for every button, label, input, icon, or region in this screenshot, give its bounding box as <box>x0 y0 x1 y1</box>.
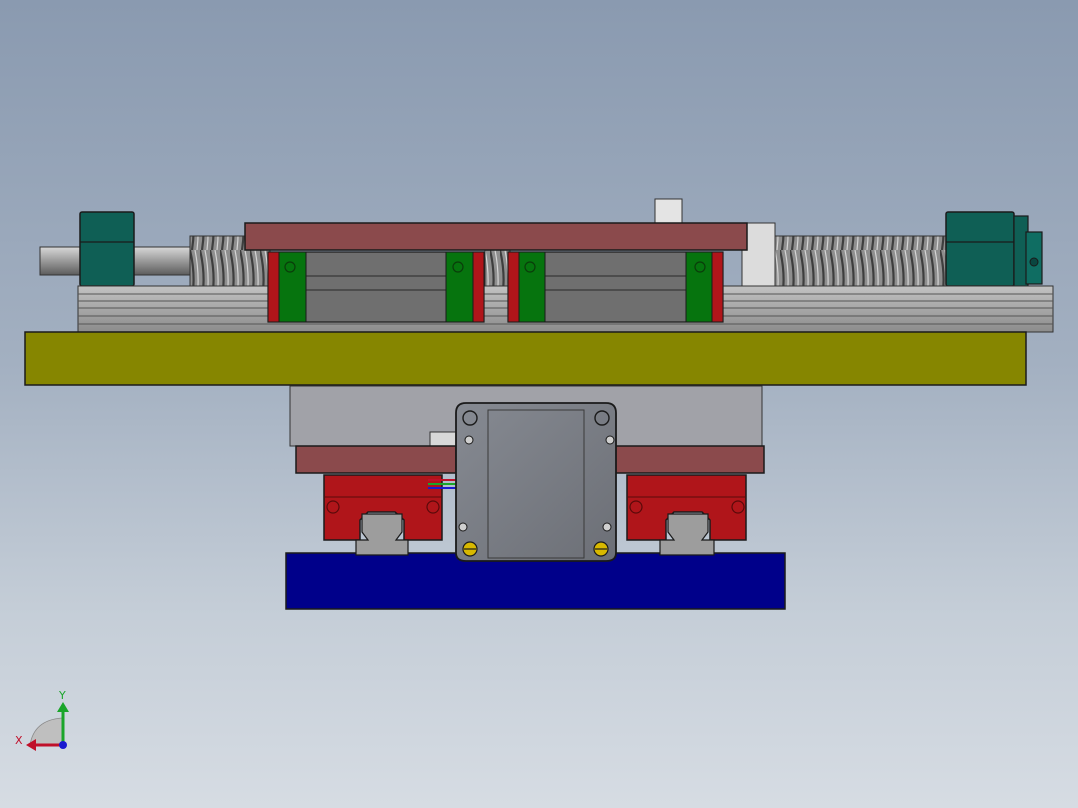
z-axis-dot-icon <box>59 741 67 749</box>
stepper-motor[interactable] <box>455 402 617 562</box>
carriage-block-1[interactable] <box>267 251 485 323</box>
y-axis-label: Y <box>58 689 66 702</box>
lower-plate-left[interactable] <box>295 445 457 474</box>
rail-profile <box>355 513 409 556</box>
base-plate[interactable] <box>24 331 1027 386</box>
coordinate-triad[interactable]: Y X <box>15 689 69 751</box>
lower-plate-right[interactable] <box>612 445 765 474</box>
cad-viewport[interactable]: Y X <box>0 0 1078 808</box>
rail-profile <box>659 513 715 556</box>
shaft-segment <box>131 246 193 276</box>
model-drawing[interactable]: Y X <box>0 0 1078 808</box>
bearing-block-left[interactable] <box>79 211 135 287</box>
guide-block-lower-left[interactable] <box>323 474 443 556</box>
screw-thread-right <box>774 235 948 287</box>
guide-block-lower-right[interactable] <box>626 474 747 556</box>
carriage-block-2[interactable] <box>507 251 724 323</box>
carriage-plate[interactable] <box>244 222 748 251</box>
bearing-block-right[interactable] <box>945 211 1043 287</box>
x-axis-label: X <box>15 734 23 747</box>
top-post <box>654 198 683 225</box>
